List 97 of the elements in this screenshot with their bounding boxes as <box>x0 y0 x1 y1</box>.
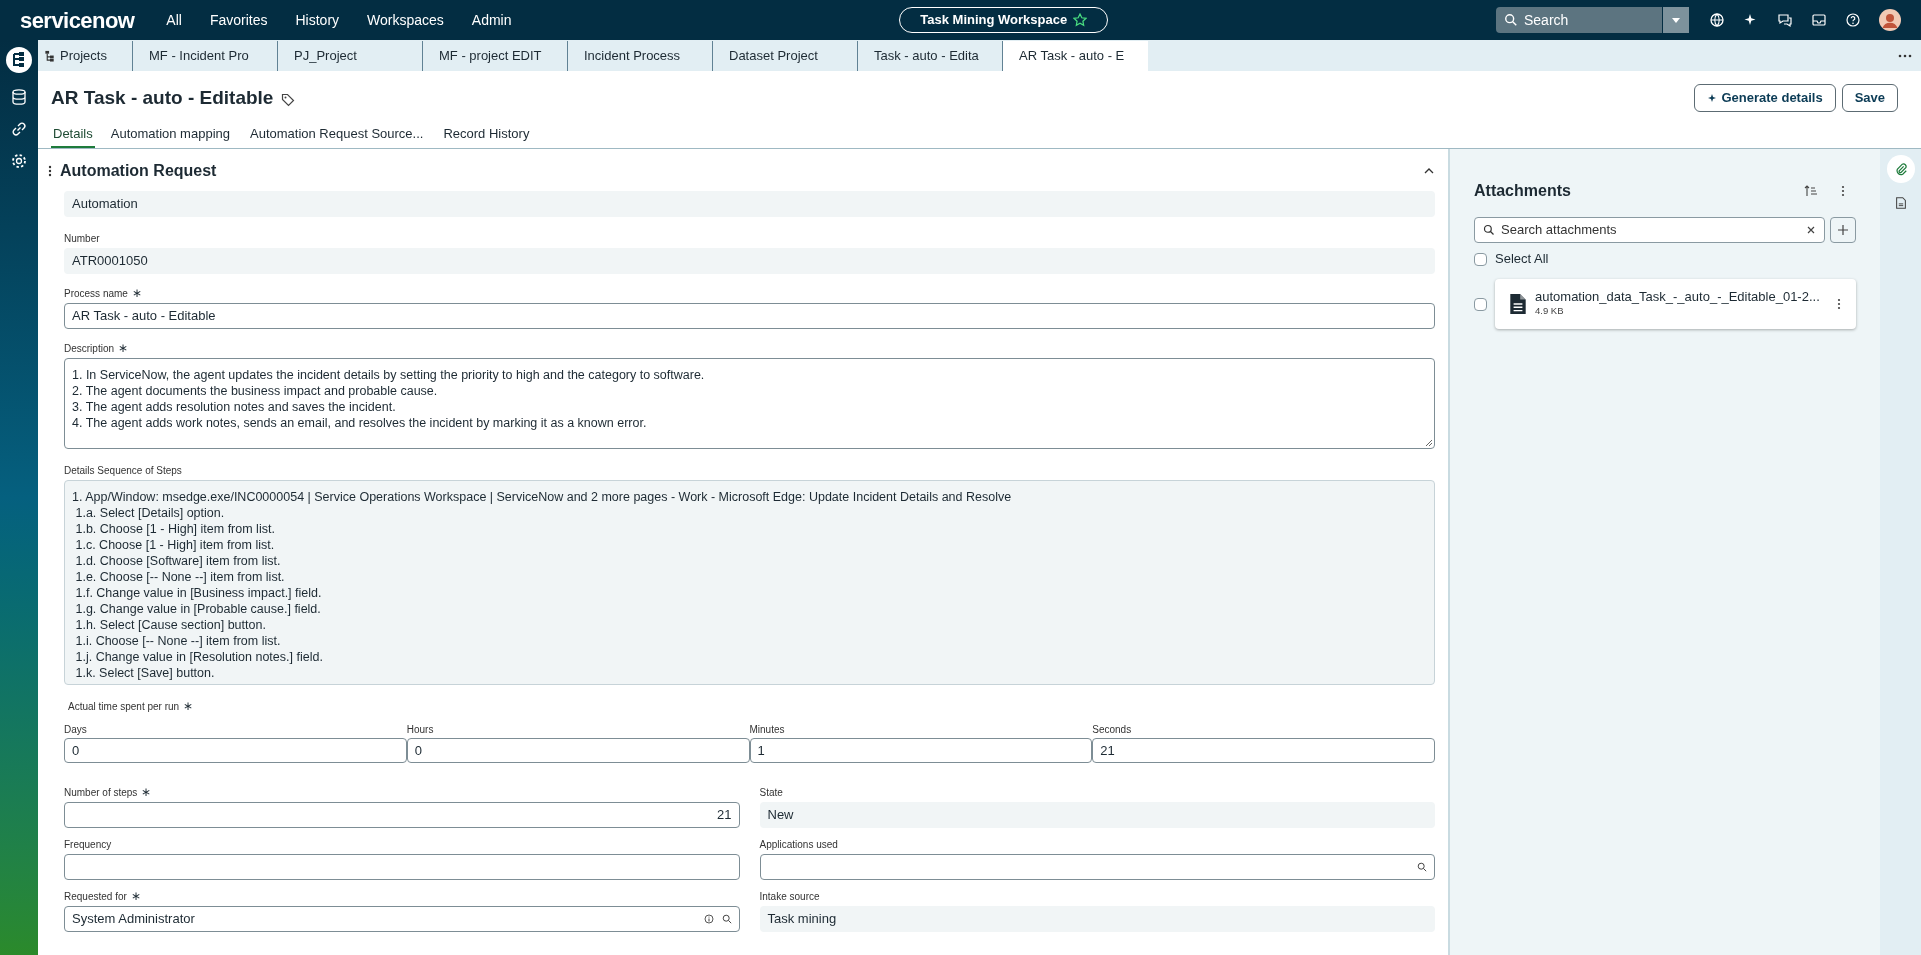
logo[interactable]: servicenow <box>20 3 135 37</box>
globe-icon[interactable] <box>1709 12 1725 28</box>
menu-item[interactable]: Favorites <box>209 9 268 31</box>
attachment-card[interactable]: automation_data_Task_-_auto_-_Editable_01-2... 4.9 KB <box>1495 279 1856 329</box>
sparkle-icon <box>1707 93 1718 103</box>
plus-icon <box>1837 224 1849 236</box>
clear-icon[interactable] <box>1806 225 1816 235</box>
required-marker: ∗ <box>183 700 194 712</box>
link-icon[interactable] <box>10 120 28 138</box>
tag-icon[interactable] <box>281 93 296 107</box>
add-attachment-button[interactable] <box>1830 217 1856 243</box>
file-name: automation_data_Task_-_auto_-_Editable_01-2... <box>1535 289 1821 305</box>
field-label: State <box>759 785 783 800</box>
field-label: Intake source <box>759 889 820 904</box>
tab[interactable]: Dataset Project <box>713 40 858 71</box>
field-label: Minutes <box>749 723 786 736</box>
read-only-field: ATR0001050 <box>64 248 1435 274</box>
file-size: 4.9 KB <box>1535 304 1565 319</box>
sort-icon[interactable] <box>1804 184 1818 198</box>
generate-details-button[interactable]: Generate details <box>1694 84 1836 112</box>
tab[interactable]: PJ_Project <box>278 40 423 71</box>
avatar-icon[interactable] <box>1879 9 1901 31</box>
field-label: Seconds <box>1092 723 1133 736</box>
field-label: Actual time spent per run <box>68 699 180 714</box>
tab[interactable]: MF - Incident Pro <box>133 40 278 71</box>
field-label: Hours <box>406 723 435 736</box>
menu-item[interactable]: Admin <box>471 9 512 31</box>
input-field[interactable]: System Administrator <box>64 906 740 932</box>
search-input[interactable]: Search attachments <box>1501 220 1800 240</box>
input-field[interactable]: AR Task - auto - Editable <box>64 303 1435 329</box>
menu-item[interactable]: Workspaces <box>367 9 444 31</box>
star-icon[interactable] <box>1073 13 1088 27</box>
tab[interactable]: AR Task - auto - E <box>1003 41 1148 71</box>
checkbox-label: Select All <box>1495 250 1549 269</box>
section-title: Automation Request <box>60 161 217 181</box>
resize-handle-icon[interactable] <box>1423 437 1433 447</box>
attachments-button[interactable] <box>1886 155 1915 183</box>
panel-title: Attachments <box>1474 181 1571 201</box>
description-text: 1. In ServiceNow, the agent updates the incident details by setting the priority to high and the category to software. 2. The agent documents the business impact and probable cause. 3. The agent adds resolution notes and saves the incident. 4. The agent adds work notes, sends an email, and resolves the incident by marking it as a known error. <box>72 367 706 431</box>
settings-icon[interactable] <box>10 152 28 170</box>
checkbox[interactable] <box>1474 297 1487 311</box>
search-field[interactable]: Search <box>1496 7 1662 33</box>
tab[interactable]: Projects <box>38 40 133 71</box>
tab[interactable]: Automation mapping <box>108 117 232 148</box>
save-button[interactable]: Save <box>1841 84 1898 112</box>
required-marker: ∗ <box>130 890 141 902</box>
menu-item[interactable]: All <box>166 9 182 31</box>
menu-item[interactable]: History <box>295 9 340 31</box>
tab[interactable]: Record History <box>441 117 532 148</box>
attachment-search-field[interactable]: Search attachments <box>1474 217 1825 243</box>
input-field[interactable]: 0 <box>406 738 750 763</box>
field-label: Description <box>64 341 115 356</box>
required-marker: ∗ <box>131 287 142 299</box>
chat-icon[interactable] <box>1777 12 1793 28</box>
field-label: Number of steps <box>64 785 138 800</box>
search-icon <box>1504 13 1518 27</box>
field-label: Process name <box>64 286 128 301</box>
field-label: Requested for <box>64 889 127 904</box>
required-marker: ∗ <box>118 342 129 354</box>
document-icon <box>1509 293 1527 315</box>
tab[interactable]: Details <box>51 117 95 148</box>
search-icon[interactable] <box>1417 862 1427 872</box>
steps-text: 1. App/Window: msedge.exe/INC0000054 | Service Operations Workspace | ServiceNow and 2 more pages - Work - Microsoft Edge: Update Incident Details and Resolve 1.a. Select [Details] option. 1.b. Choose [1 - High] item from list. 1.c. Choose [1 - High] item from list. 1.d. Choose [Software] item from list. 1.e. Choose [-- None --] item from list. 1.f. Change value in [Business impact.] field. 1.g. Change value in [Probable cause.] field. 1.h. Select [Cause section] button. 1.i. Choose [-- None --] item from list. 1.j. Change value in [Resolution notes.] field. 1.k. Select [Save] button. <box>72 489 1013 681</box>
input-field[interactable]: 21 <box>64 802 740 828</box>
field-label: Details Sequence of Steps <box>64 463 182 478</box>
input-field[interactable] <box>64 854 740 880</box>
more-vertical-icon[interactable] <box>1836 298 1842 310</box>
field-label: Number <box>64 231 100 246</box>
search-placeholder: Search <box>1524 10 1569 30</box>
search-icon[interactable] <box>721 914 732 924</box>
input-field[interactable]: 1 <box>749 738 1093 763</box>
paperclip-icon <box>1893 162 1908 176</box>
field-label: Applications used <box>759 837 838 852</box>
hierarchy-icon <box>44 49 56 62</box>
input-field[interactable]: 0 <box>64 738 407 763</box>
hierarchy-icon[interactable] <box>5 46 33 74</box>
read-only-field: New <box>759 802 1435 828</box>
required-marker: ∗ <box>141 786 152 798</box>
tab[interactable]: Automation Request Source... <box>248 117 426 148</box>
search-scope-dropdown[interactable] <box>1663 7 1689 33</box>
info-icon[interactable] <box>703 914 714 924</box>
tab[interactable]: Incident Process <box>568 40 713 71</box>
input-field[interactable]: 21 <box>1092 738 1435 763</box>
document-icon <box>1893 196 1908 210</box>
input-field[interactable] <box>759 854 1435 880</box>
read-only-field: Task mining <box>759 906 1435 932</box>
help-icon[interactable] <box>1845 12 1861 28</box>
inbox-icon[interactable] <box>1811 12 1827 28</box>
text-area[interactable] <box>64 358 1435 449</box>
read-only-field: Automation <box>64 191 1435 217</box>
database-icon[interactable] <box>10 88 28 106</box>
record-title: AR Task - auto - Editable <box>51 85 274 110</box>
field-label: Frequency <box>64 837 112 852</box>
checkbox[interactable] <box>1474 252 1487 266</box>
tab[interactable]: MF - project EDIT <box>423 40 568 71</box>
field-label: Days <box>64 723 88 736</box>
search-icon <box>1483 224 1495 236</box>
